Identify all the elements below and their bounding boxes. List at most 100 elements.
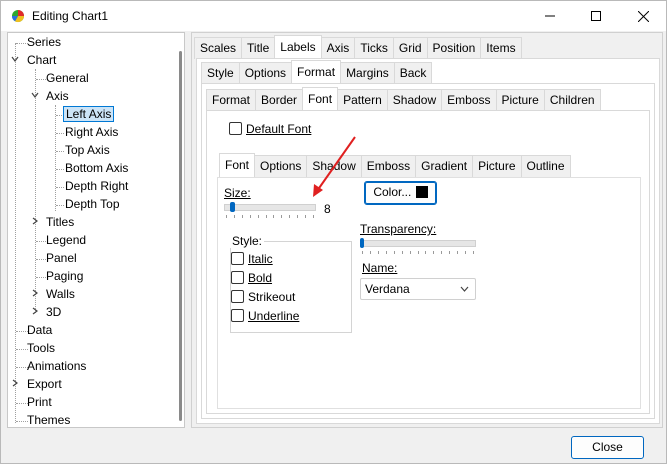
tab-format[interactable]: Format — [291, 60, 342, 84]
tree-connector — [36, 259, 46, 260]
tree-item-panel[interactable]: Panel — [46, 250, 77, 267]
font-name-combo[interactable]: Verdana — [360, 278, 476, 300]
tree-item-data[interactable]: Data — [27, 322, 52, 339]
tree-item-series[interactable]: Series — [27, 34, 61, 51]
chart-app-icon — [11, 9, 25, 23]
checkbox-box[interactable] — [229, 122, 242, 136]
size-slider-ticks — [226, 215, 314, 218]
tree-scrollbar[interactable] — [176, 33, 184, 427]
tree-item-general[interactable]: General — [46, 70, 89, 87]
tab-shadow[interactable]: Shadow — [386, 89, 443, 111]
tree-connector — [36, 277, 46, 278]
tab-font-picture[interactable]: Picture — [472, 155, 522, 177]
slider-tick — [386, 251, 387, 254]
slider-tick — [418, 251, 419, 254]
tree-connector — [56, 151, 64, 152]
tree-item-walls[interactable]: Walls — [46, 286, 75, 303]
tree-item-depth-top[interactable]: Depth Top — [65, 196, 120, 213]
maximize-button[interactable] — [573, 1, 619, 31]
tree-item-left-axis[interactable]: Left Axis — [63, 106, 115, 123]
tree-item-chart[interactable]: Chart — [27, 52, 56, 69]
tab-grid[interactable]: Grid — [392, 37, 428, 59]
tab-children[interactable]: Children — [543, 89, 601, 111]
chevron-down-icon[interactable] — [30, 88, 40, 105]
tree-item-right-axis[interactable]: Right Axis — [65, 124, 118, 141]
tree-item-3d[interactable]: 3D — [46, 304, 61, 321]
tab-ticks[interactable]: Ticks — [354, 37, 394, 59]
tab-position[interactable]: Position — [426, 37, 482, 59]
labels-page: Style Options Format Margins Back Format… — [196, 58, 660, 424]
tab-back[interactable]: Back — [393, 62, 433, 84]
checkbox-box[interactable] — [231, 271, 244, 285]
italic-checkbox[interactable]: Italic — [231, 250, 273, 266]
tree-item-bottom-axis[interactable]: Bottom Axis — [65, 160, 128, 177]
tab-emboss[interactable]: Emboss — [441, 89, 497, 111]
chevron-right-icon[interactable] — [10, 376, 20, 393]
tree-item-paging[interactable]: Paging — [46, 268, 83, 285]
transparency-slider[interactable] — [360, 240, 476, 247]
tab-style[interactable]: Style — [201, 62, 240, 84]
tree-item-axis[interactable]: Axis — [46, 88, 69, 105]
slider-tick — [313, 215, 314, 218]
italic-label: Italic — [248, 252, 273, 266]
tab-axis[interactable]: Axis — [320, 37, 356, 59]
tab-options[interactable]: Options — [238, 62, 293, 84]
tree-item-legend[interactable]: Legend — [46, 232, 86, 249]
chevron-right-icon[interactable] — [30, 214, 40, 231]
tab-border[interactable]: Border — [255, 89, 304, 111]
checkbox-box[interactable] — [231, 290, 244, 304]
tabs-level1: Scales Title Labels Axis Ticks Grid Posi… — [194, 35, 522, 59]
tab-margins[interactable]: Margins — [340, 62, 395, 84]
tab-font-outline[interactable]: Outline — [520, 155, 571, 177]
size-slider-thumb[interactable] — [230, 202, 235, 212]
transparency-slider-thumb[interactable] — [360, 238, 364, 248]
tree-item-titles[interactable]: Titles — [46, 214, 74, 231]
default-font-checkbox[interactable]: Default Font — [229, 120, 311, 136]
slider-tick — [258, 215, 259, 218]
slider-tick — [289, 215, 290, 218]
strikeout-checkbox[interactable]: Strikeout — [231, 288, 295, 304]
minimize-button[interactable] — [527, 1, 573, 31]
bold-checkbox[interactable]: Bold — [231, 269, 272, 285]
slider-tick — [378, 251, 379, 254]
chevron-down-icon[interactable] — [10, 52, 20, 69]
tab-font-options[interactable]: Options — [254, 155, 308, 177]
editor-panel: Scales Title Labels Axis Ticks Grid Posi… — [191, 32, 663, 428]
tree-item-themes[interactable]: Themes — [27, 412, 70, 427]
chevron-right-icon[interactable] — [30, 304, 40, 321]
close-button[interactable]: Close — [571, 436, 644, 459]
checkbox-box[interactable] — [231, 252, 244, 266]
close-window-button[interactable] — [620, 1, 666, 31]
slider-tick — [266, 215, 267, 218]
tree-item-top-axis[interactable]: Top Axis — [65, 142, 110, 159]
tab-font-gradient[interactable]: Gradient — [415, 155, 474, 177]
tab-pattern[interactable]: Pattern — [337, 89, 388, 111]
navigation-tree[interactable]: Series Chart General Axis Left Axis Righ… — [7, 32, 185, 428]
tab-items[interactable]: Items — [480, 37, 522, 59]
tab-format-inner[interactable]: Format — [206, 89, 257, 111]
tab-font-inner[interactable]: Font — [219, 153, 256, 177]
tree-item-tools[interactable]: Tools — [27, 340, 55, 357]
tree-item-depth-right[interactable]: Depth Right — [65, 178, 128, 195]
bold-text: Bold — [248, 270, 273, 285]
tree-item-print[interactable]: Print — [27, 394, 52, 411]
tree-item-label: Walls — [46, 287, 75, 301]
color-button[interactable]: Color... — [364, 181, 437, 205]
underline-checkbox[interactable]: Underline — [231, 307, 299, 323]
tree-connector — [15, 43, 16, 423]
tab-font-emboss[interactable]: Emboss — [360, 155, 417, 177]
tab-picture[interactable]: Picture — [495, 89, 545, 111]
tab-scales[interactable]: Scales — [194, 37, 243, 59]
tree-item-label: Export — [27, 377, 62, 391]
scrollbar-thumb[interactable] — [179, 51, 182, 421]
slider-tick — [305, 215, 306, 218]
tab-labels[interactable]: Labels — [274, 35, 322, 59]
checkbox-box[interactable] — [231, 309, 244, 323]
tab-title[interactable]: Title — [241, 37, 276, 59]
tab-font[interactable]: Font — [302, 87, 339, 111]
tree-item-export[interactable]: Export — [27, 376, 62, 393]
chevron-right-icon[interactable] — [30, 286, 40, 303]
size-slider[interactable] — [224, 204, 316, 211]
tree-item-animations[interactable]: Animations — [27, 358, 86, 375]
close-icon — [637, 10, 649, 22]
